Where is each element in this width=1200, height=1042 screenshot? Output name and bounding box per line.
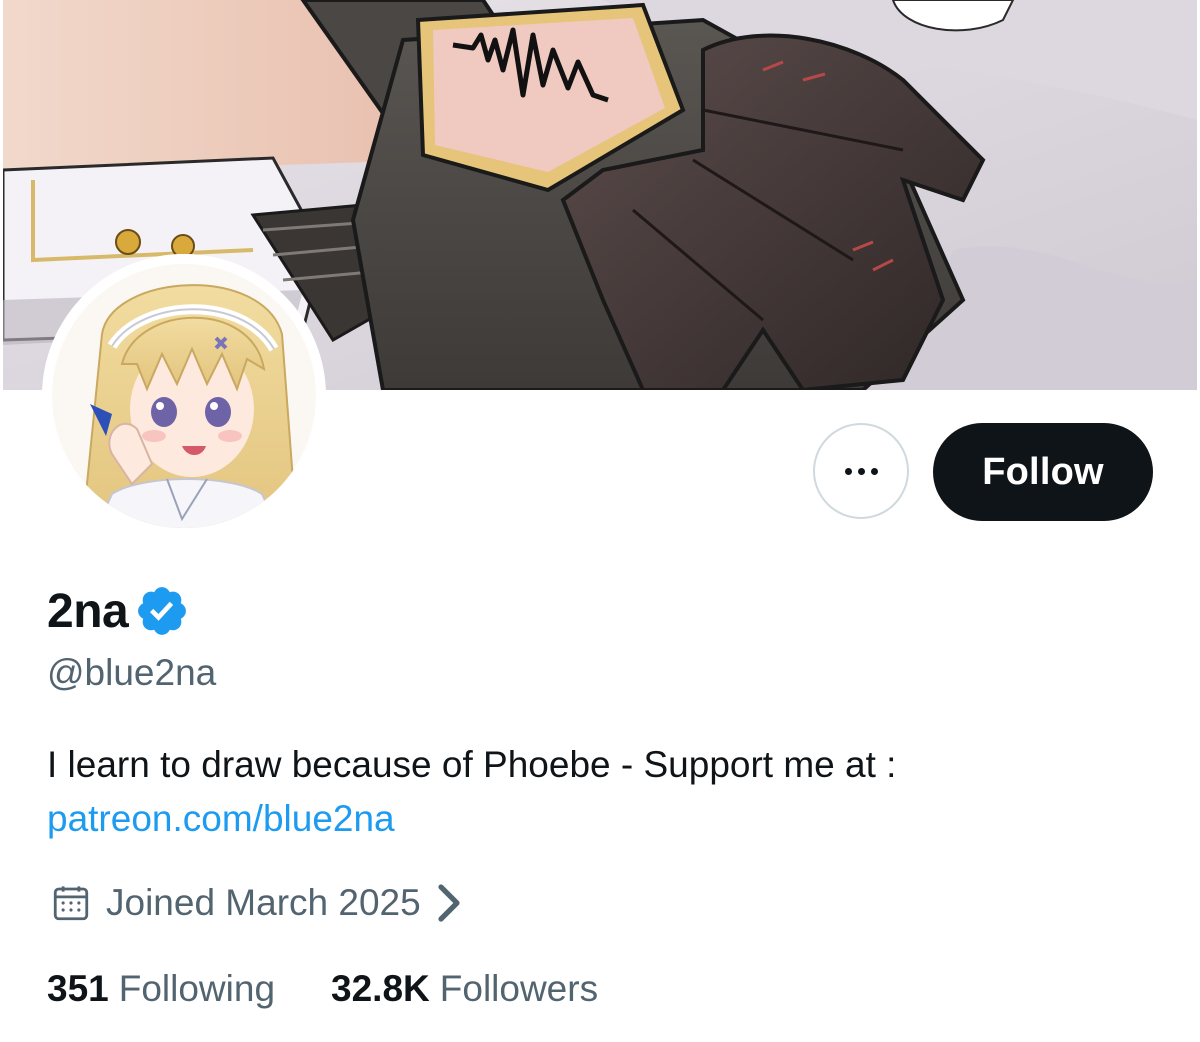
- verified-badge-icon[interactable]: [134, 583, 190, 639]
- following-stat-link[interactable]: 351 Following: [47, 968, 275, 1010]
- more-options-button[interactable]: [813, 423, 909, 519]
- followers-stat-link[interactable]: 32.8K Followers: [331, 968, 598, 1010]
- followers-label: Followers: [439, 968, 599, 1009]
- calendar-icon: [53, 886, 89, 921]
- following-label: Following: [118, 968, 276, 1009]
- follow-stats: 351 Following 32.8K Followers: [47, 963, 598, 1015]
- profile-bio: I learn to draw because of Phoebe - Supp…: [47, 738, 1147, 846]
- bio-link[interactable]: patreon.com/blue2na: [47, 792, 395, 846]
- chevron-right-icon: [438, 884, 460, 922]
- profile-page: Follow 2na @blue2na I learn to draw beca…: [0, 0, 1200, 1042]
- more-options-icon: [844, 467, 878, 475]
- dot: [844, 467, 852, 475]
- joined-date: Joined March 2025: [106, 882, 421, 923]
- avatar-illustration: [42, 254, 326, 538]
- follow-button[interactable]: Follow: [933, 423, 1153, 521]
- dot: [870, 467, 878, 475]
- display-name-row: 2na: [47, 580, 190, 642]
- profile-handle: @blue2na: [47, 652, 217, 693]
- dot: [857, 467, 865, 475]
- following-count: 351: [47, 968, 109, 1009]
- joined-date-row[interactable]: Joined March 2025: [50, 875, 463, 931]
- profile-avatar[interactable]: [42, 254, 326, 538]
- follow-button-label: Follow: [982, 450, 1104, 493]
- bio-text: I learn to draw because of Phoebe - Supp…: [47, 744, 897, 785]
- followers-count: 32.8K: [331, 968, 430, 1009]
- display-name: 2na: [47, 584, 129, 638]
